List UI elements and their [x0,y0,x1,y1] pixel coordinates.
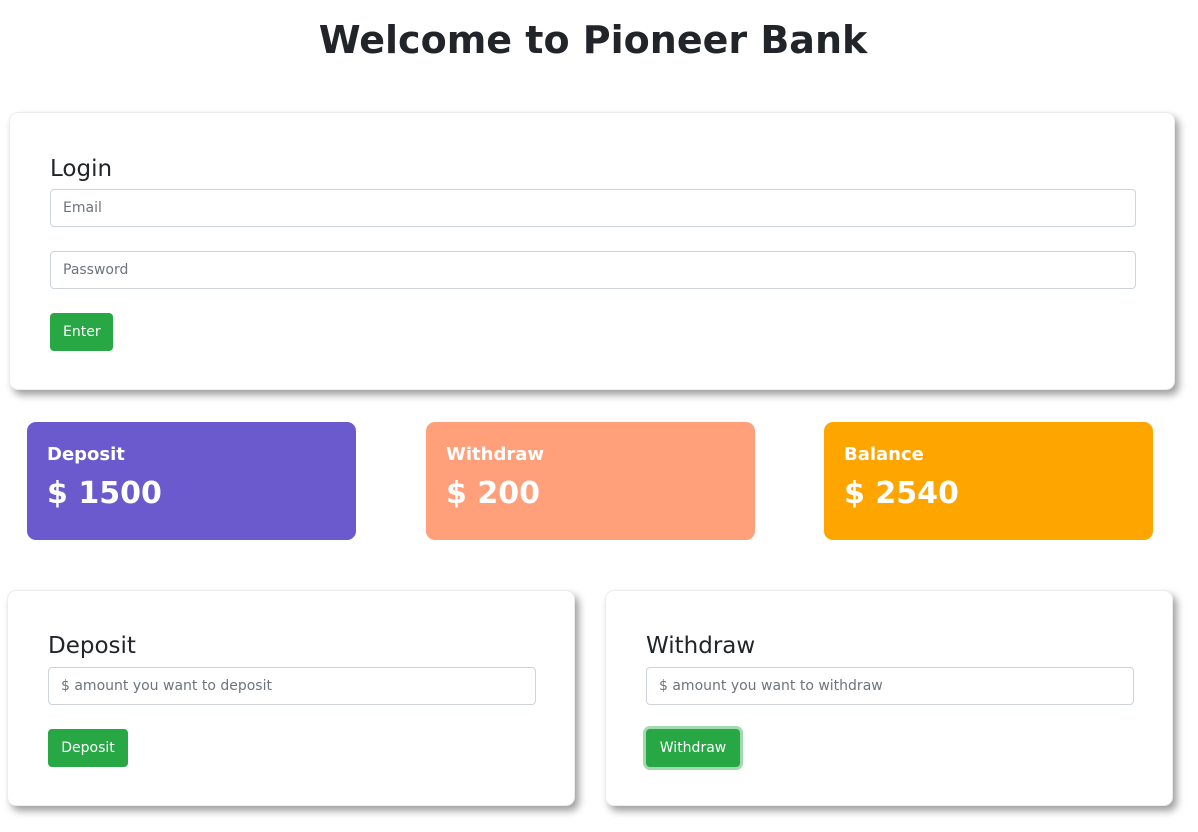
page-title: Welcome to Pioneer Bank [318,18,868,62]
email-input[interactable] [50,189,1136,227]
enter-button[interactable]: Enter [50,313,113,351]
balance-stat-value: $ 2540 [844,476,959,511]
login-heading: Login [50,156,113,182]
deposit-card: Deposit Deposit [7,590,575,806]
withdraw-card: Withdraw Withdraw [605,590,1173,806]
withdraw-amount-input[interactable] [646,667,1134,705]
deposit-stat-value: $ 1500 [47,476,162,511]
withdraw-heading: Withdraw [646,633,756,659]
deposit-heading: Deposit [48,633,136,659]
withdraw-stat-tile: Withdraw $ 200 [426,422,755,540]
balance-stat-label: Balance [844,444,924,465]
withdraw-stat-label: Withdraw [446,444,544,465]
withdraw-stat-value: $ 200 [446,476,540,511]
deposit-stat-label: Deposit [47,444,125,465]
login-card: Login Enter [9,112,1175,390]
page: Welcome to Pioneer Bank Login Enter Depo… [0,0,1198,832]
deposit-button[interactable]: Deposit [48,729,128,767]
password-input[interactable] [50,251,1136,289]
deposit-amount-input[interactable] [48,667,536,705]
balance-stat-tile: Balance $ 2540 [824,422,1153,540]
withdraw-button[interactable]: Withdraw [646,729,740,767]
deposit-stat-tile: Deposit $ 1500 [27,422,356,540]
